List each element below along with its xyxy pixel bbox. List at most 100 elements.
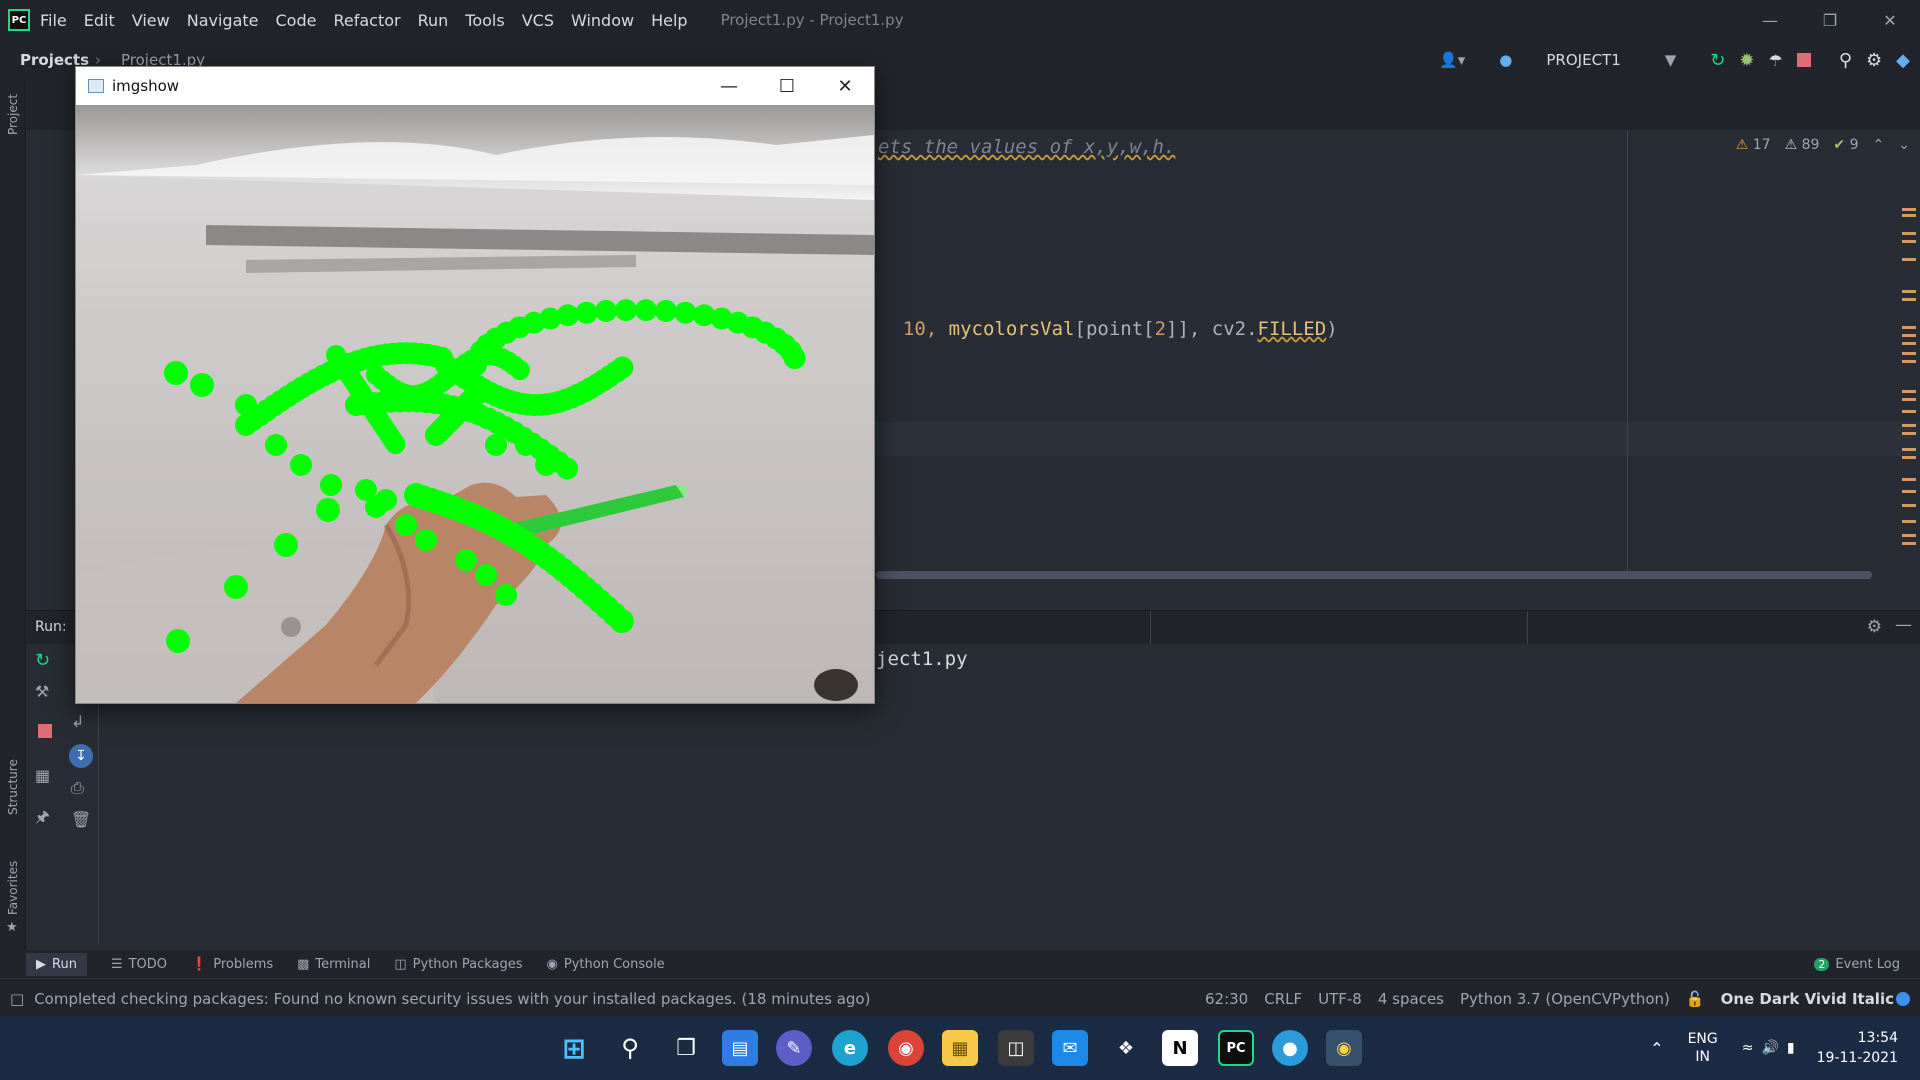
user-icon[interactable]: 👤▾	[1439, 51, 1465, 69]
menu-window[interactable]: Window	[571, 11, 634, 30]
typo-count[interactable]: ✔ 9	[1833, 137, 1858, 153]
stop-icon[interactable]	[1796, 53, 1811, 67]
soft-wrap-icon[interactable]: ↲	[71, 712, 91, 732]
chevron-down-icon[interactable]: ▼	[1665, 51, 1677, 69]
structure-tool-label[interactable]: Structure	[6, 759, 20, 815]
menu-run[interactable]: Run	[418, 11, 449, 30]
widgets-icon[interactable]: ▤	[722, 1030, 758, 1066]
close-icon[interactable]: ✕	[1860, 0, 1920, 40]
interpreter-select[interactable]: Python 3.7 (OpenCVPython)	[1460, 990, 1670, 1008]
paint-dot	[166, 629, 190, 653]
line-separator[interactable]: CRLF	[1264, 990, 1302, 1008]
code-comment-line[interactable]: ets the values of x,y,w,h.	[878, 136, 1175, 158]
plugin-icon[interactable]: ◆	[1896, 50, 1910, 71]
minimize-icon[interactable]: —	[700, 67, 758, 105]
paint-icon[interactable]: ●	[1272, 1030, 1308, 1066]
search-icon[interactable]: ⚲	[612, 1030, 648, 1066]
camera-feed	[76, 105, 874, 703]
gear-icon[interactable]: ⚙	[1866, 50, 1882, 71]
python-icon[interactable]: ◉	[1326, 1030, 1362, 1066]
close-icon[interactable]: ✕	[816, 67, 874, 105]
file-explorer-icon[interactable]: ▦	[942, 1030, 978, 1066]
drawn-strokes	[164, 299, 806, 653]
chrome-icon[interactable]: ◉	[888, 1030, 924, 1066]
search-icon[interactable]: ⚲	[1839, 50, 1852, 71]
rerun-icon[interactable]: ↻	[1710, 50, 1725, 71]
code-punct-2: ]], cv2.	[1166, 318, 1258, 340]
start-icon[interactable]: ⊞	[556, 1030, 592, 1066]
trash-icon[interactable]: 🗑	[71, 810, 91, 830]
clock[interactable]: 13:54 19-11-2021	[1817, 1028, 1898, 1068]
warning-count[interactable]: ⚠ 17	[1736, 137, 1771, 153]
restore-icon[interactable]: ❐	[1800, 0, 1860, 40]
status-panel-icon[interactable]: □	[10, 990, 24, 1008]
run-config-select[interactable]: PROJECT1	[1546, 51, 1620, 69]
paint-dot	[556, 457, 579, 480]
status-message[interactable]: Completed checking packages: Found no kn…	[34, 990, 870, 1008]
gear-icon[interactable]: ⚙	[1867, 617, 1882, 637]
volume-icon[interactable]: 🔊	[1761, 1040, 1778, 1056]
weak-warning-count[interactable]: ⚠ 89	[1785, 137, 1820, 153]
pin-icon[interactable]: 🖈	[35, 806, 55, 826]
task-view-icon[interactable]: ❐	[668, 1030, 704, 1066]
menu-code[interactable]: Code	[276, 11, 317, 30]
chevron-up-icon[interactable]: ⌃	[1650, 1039, 1663, 1058]
menu-vcs[interactable]: VCS	[522, 11, 554, 30]
paint-dot	[415, 529, 437, 551]
wrench-icon[interactable]: ⚒	[35, 682, 55, 702]
maximize-icon[interactable]: ☐	[758, 67, 816, 105]
indent-setting[interactable]: 4 spaces	[1378, 990, 1444, 1008]
battery-icon[interactable]: ▮	[1787, 1040, 1795, 1056]
wifi-icon[interactable]: ≈	[1742, 1040, 1754, 1056]
edge-icon[interactable]: e	[832, 1030, 868, 1066]
favorites-tool-label[interactable]: Favorites	[6, 861, 20, 915]
theme-name[interactable]: One Dark Vivid Italic	[1721, 990, 1894, 1008]
tab-terminal[interactable]: ▩ Terminal	[297, 957, 370, 972]
coverage-icon[interactable]: ☂	[1768, 51, 1782, 70]
tab-run[interactable]: ▶ Run	[26, 952, 87, 976]
menu-file[interactable]: File	[40, 11, 67, 30]
event-log-button[interactable]: 2 Event Log	[1814, 957, 1900, 972]
code-line-circle[interactable]: 10, mycolorsVal[point[2]], cv2.FILLED)	[880, 296, 1338, 340]
store-icon[interactable]: ◫	[998, 1030, 1034, 1066]
notion-icon[interactable]: N	[1162, 1030, 1198, 1066]
file-encoding[interactable]: UTF-8	[1318, 990, 1362, 1008]
language-indicator[interactable]: ENG IN	[1688, 1030, 1718, 1066]
scroll-to-end-icon[interactable]: ↧	[69, 744, 93, 768]
mail-icon[interactable]: ✉	[1052, 1030, 1088, 1066]
rerun-icon[interactable]: ↻	[35, 650, 55, 671]
menu-navigate[interactable]: Navigate	[187, 11, 259, 30]
dropbox-icon[interactable]: ❖	[1108, 1030, 1144, 1066]
left-tool-strip: Project Structure Favorites ★	[0, 80, 26, 950]
menu-edit[interactable]: Edit	[84, 11, 115, 30]
debug-icon[interactable]: ✹	[1739, 50, 1754, 71]
chevron-up-icon[interactable]: ⌃	[1873, 137, 1885, 153]
imgshow-window[interactable]: imgshow — ☐ ✕	[75, 66, 875, 704]
code-number: 10,	[902, 318, 949, 340]
menu-refactor[interactable]: Refactor	[333, 11, 400, 30]
paint-dot	[556, 304, 579, 327]
tab-problems[interactable]: ❗ Problems	[191, 957, 273, 972]
horizontal-scrollbar[interactable]	[876, 571, 1872, 579]
minimize-panel-icon[interactable]: —	[1895, 615, 1912, 635]
chat-icon[interactable]: ✎	[776, 1030, 812, 1066]
project-tool-label[interactable]: Project	[6, 94, 20, 135]
caret-position[interactable]: 62:30	[1205, 990, 1248, 1008]
tab-todo[interactable]: ☰ TODO	[111, 957, 167, 972]
print-icon[interactable]: ⎙	[71, 778, 91, 798]
menu-tools[interactable]: Tools	[465, 11, 504, 30]
chevron-down-icon[interactable]: ⌄	[1898, 137, 1910, 153]
minimize-icon[interactable]: —	[1740, 0, 1800, 40]
tab-python-console[interactable]: ◉ Python Console	[547, 957, 665, 972]
inspection-widget[interactable]: ⚠ 17 ⚠ 89 ✔ 9 ⌃ ⌄	[1736, 137, 1910, 153]
tab-python-packages[interactable]: ◫ Python Packages	[394, 957, 522, 972]
pycharm-icon[interactable]: PC	[1218, 1030, 1254, 1066]
stop-icon[interactable]	[38, 724, 52, 738]
menu-view[interactable]: View	[132, 11, 170, 30]
menu-help[interactable]: Help	[651, 11, 687, 30]
terminal-icon: ▩	[297, 956, 310, 972]
notification-dot-icon[interactable]	[1896, 992, 1910, 1006]
layout-icon[interactable]: ▦	[35, 766, 55, 786]
paint-dot	[515, 434, 537, 456]
lock-icon[interactable]: 🔓	[1686, 990, 1705, 1008]
